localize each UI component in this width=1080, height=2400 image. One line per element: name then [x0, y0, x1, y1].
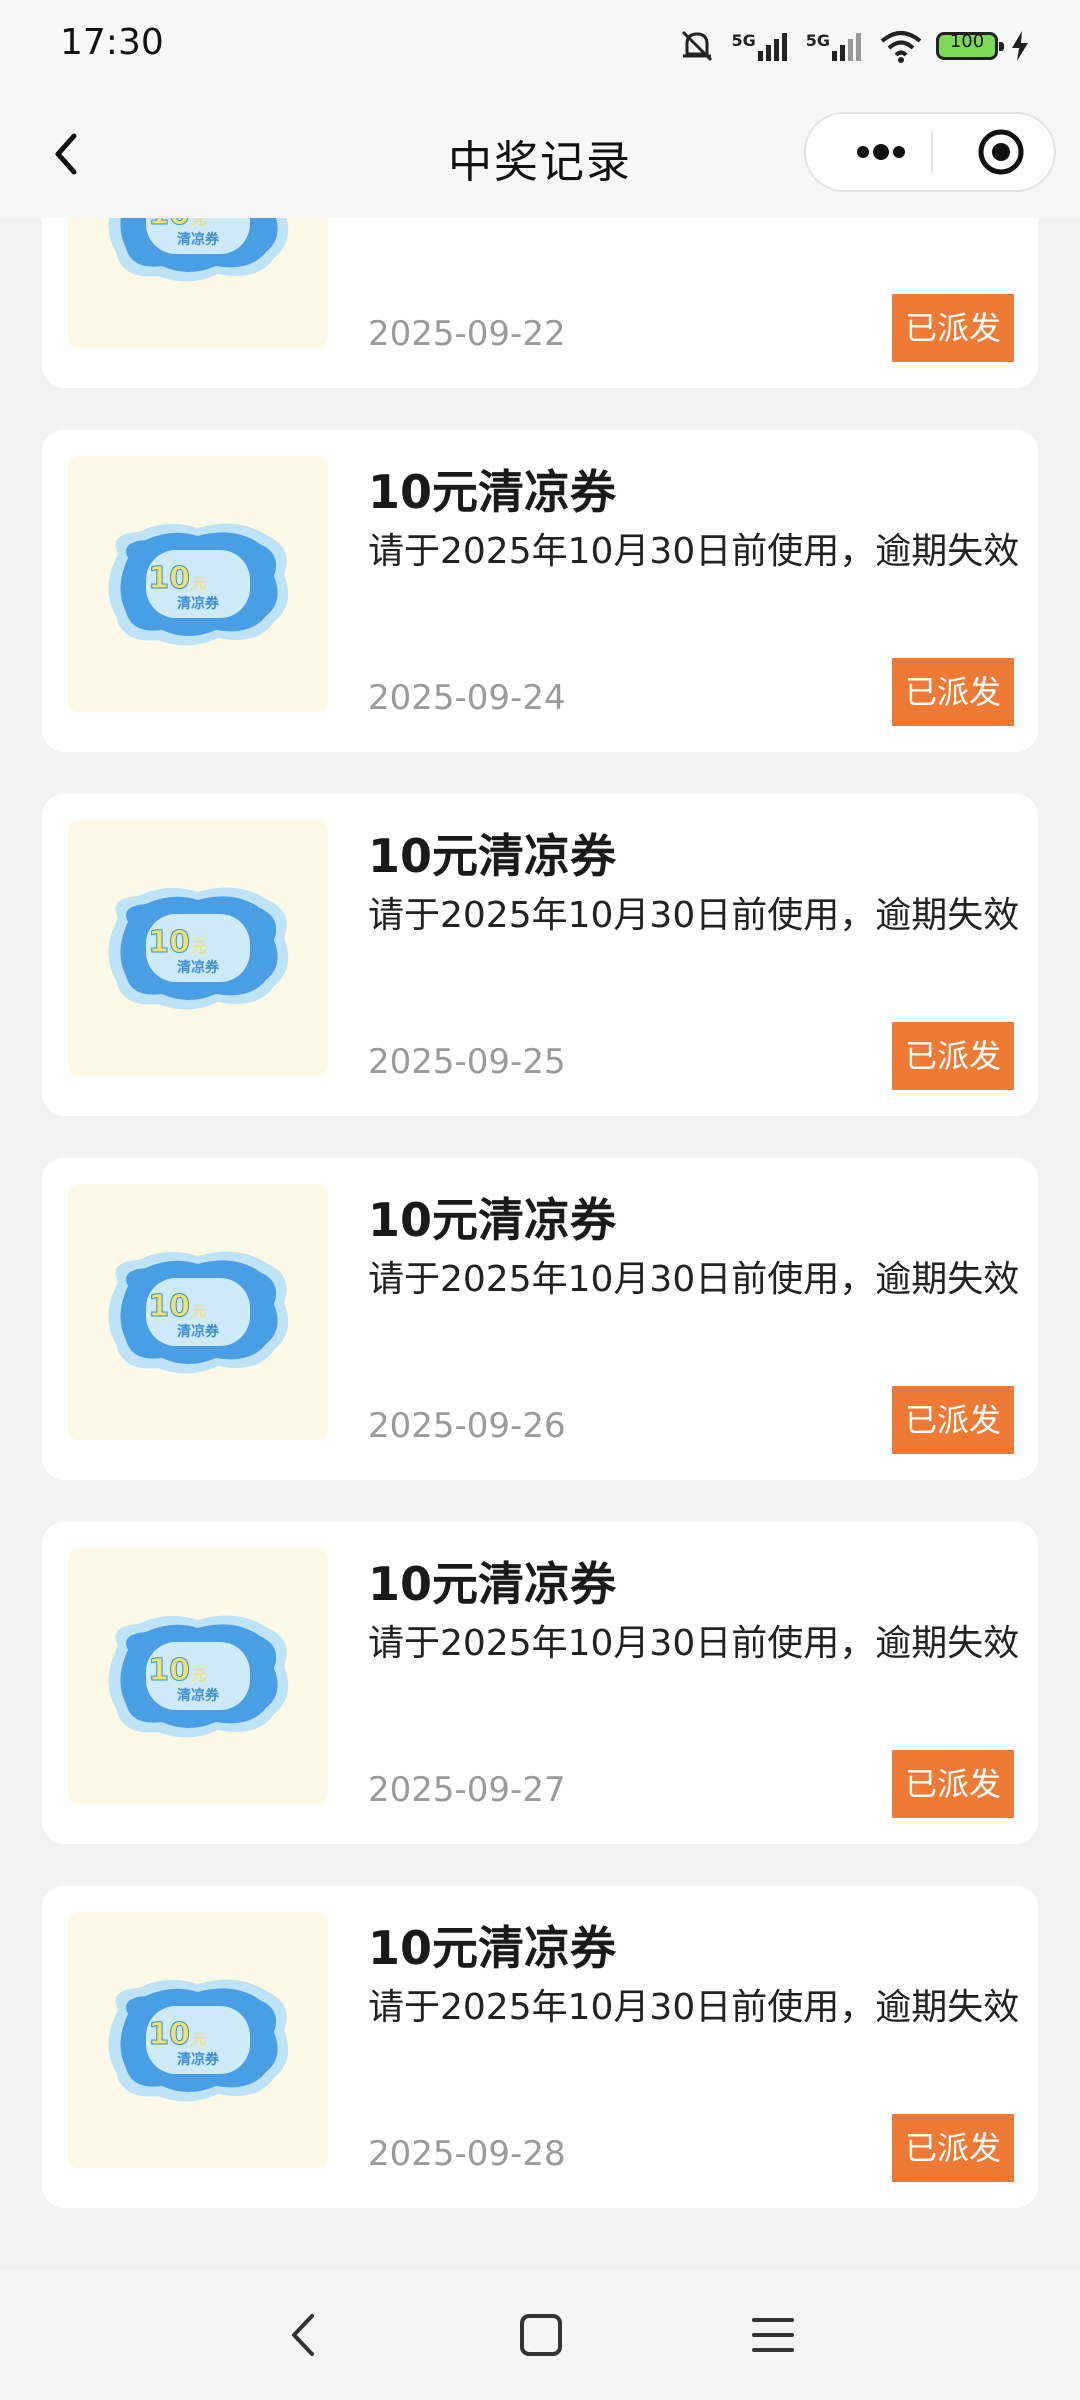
- prize-record-card[interactable]: 10 元 清凉券 10元清凉券 请于2025年10月30日前使用，逾期失效 20…: [42, 794, 1038, 1116]
- coupon-unit: 元: [192, 2032, 206, 2048]
- mute-icon: [682, 30, 713, 62]
- coupon-thumbnail: 10 元 清凉券: [68, 456, 328, 712]
- prize-record-list[interactable]: 10 元 清凉券 10元清凉券 请于2025年10月30日前使用，逾期失效 20…: [0, 218, 1080, 2270]
- record-title: 10元清凉券: [368, 1193, 617, 1247]
- network-label: 5G: [731, 31, 756, 50]
- coupon-image: 10 元 清凉券: [108, 887, 289, 1010]
- wifi-icon: [880, 31, 922, 63]
- network-5g-icon: 5G: [731, 31, 791, 61]
- status-badge: 已派发: [892, 2114, 1014, 2182]
- system-back-icon[interactable]: [280, 2310, 330, 2360]
- system-home-icon[interactable]: [516, 2310, 566, 2360]
- coupon-unit: 元: [192, 218, 206, 228]
- coupon-image: 10 元 清凉券: [108, 1251, 289, 1374]
- status-badge: 已派发: [892, 1022, 1014, 1090]
- coupon-amount: 10: [148, 2017, 190, 2052]
- prize-record-card[interactable]: 10 元 清凉券 10元清凉券 请于2025年10月30日前使用，逾期失效 20…: [42, 1158, 1038, 1480]
- battery-icon: 100: [936, 31, 1004, 60]
- record-title: 10元清凉券: [368, 829, 617, 883]
- status-time: 17:30: [60, 22, 164, 63]
- record-list-content: 10 元 清凉券 10元清凉券 请于2025年10月30日前使用，逾期失效 20…: [0, 218, 1080, 2250]
- coupon-label: 清凉券: [177, 2051, 220, 2068]
- status-bar: 17:30 5G 5G 100: [0, 0, 1080, 90]
- more-icon[interactable]: [836, 114, 926, 190]
- record-date: 2025-09-26: [368, 1406, 566, 1446]
- record-title: 10元清凉券: [368, 1921, 617, 1975]
- record-description: 请于2025年10月30日前使用，逾期失效: [368, 531, 1020, 572]
- status-badge: 已派发: [892, 658, 1014, 726]
- coupon-label: 清凉券: [177, 231, 220, 248]
- navigation-bar: 中奖记录: [0, 90, 1080, 218]
- battery-level: 100: [949, 31, 985, 52]
- coupon-label: 清凉券: [177, 1687, 220, 1704]
- record-date: 2025-09-25: [368, 1042, 566, 1082]
- record-description: 请于2025年10月30日前使用，逾期失效: [368, 1623, 1020, 1664]
- miniprogram-capsule: [804, 112, 1056, 192]
- coupon-amount: 10: [148, 1289, 190, 1324]
- system-navigation-bar: [0, 2270, 1080, 2400]
- coupon-amount: 10: [148, 1653, 190, 1688]
- record-date: 2025-09-22: [368, 314, 566, 354]
- coupon-amount: 10: [148, 925, 190, 960]
- prize-record-card[interactable]: 10 元 清凉券 10元清凉券 请于2025年10月30日前使用，逾期失效 20…: [42, 218, 1038, 388]
- coupon-unit: 元: [192, 1304, 206, 1320]
- coupon-image: 10 元 清凉券: [108, 218, 289, 282]
- coupon-unit: 元: [192, 1668, 206, 1684]
- record-date: 2025-09-27: [368, 1770, 566, 1810]
- coupon-image: 10 元 清凉券: [108, 523, 289, 646]
- prize-record-card[interactable]: 10 元 清凉券 10元清凉券 请于2025年10月30日前使用，逾期失效 20…: [42, 430, 1038, 752]
- coupon-thumbnail: 10 元 清凉券: [68, 1184, 328, 1440]
- coupon-thumbnail: 10 元 清凉券: [68, 1548, 328, 1804]
- coupon-label: 清凉券: [177, 959, 220, 976]
- record-title: 10元清凉券: [368, 1557, 617, 1611]
- record-description: 请于2025年10月30日前使用，逾期失效: [368, 1259, 1020, 1300]
- capsule-divider: [931, 130, 933, 174]
- close-miniprogram-icon[interactable]: [956, 114, 1046, 190]
- coupon-label: 清凉券: [177, 1323, 220, 1340]
- network-5g-icon-2: 5G: [806, 31, 866, 61]
- coupon-thumbnail: 10 元 清凉券: [68, 218, 328, 348]
- prize-record-card[interactable]: 10 元 清凉券 10元清凉券 请于2025年10月30日前使用，逾期失效 20…: [42, 1886, 1038, 2208]
- status-badge: 已派发: [892, 1386, 1014, 1454]
- status-badge: 已派发: [892, 1750, 1014, 1818]
- network-label-2: 5G: [805, 31, 830, 50]
- signal-icon: [757, 33, 787, 61]
- record-description: 请于2025年10月30日前使用，逾期失效: [368, 1987, 1020, 2028]
- record-date: 2025-09-28: [368, 2134, 566, 2174]
- status-badge: 已派发: [892, 294, 1014, 362]
- record-title: 10元清凉券: [368, 465, 617, 519]
- coupon-amount: 10: [148, 561, 190, 596]
- coupon-amount: 10: [148, 218, 190, 232]
- status-icons: 5G 5G 100: [677, 24, 1028, 68]
- charging-icon: [1012, 31, 1028, 61]
- system-menu-icon[interactable]: [748, 2310, 798, 2360]
- coupon-thumbnail: 10 元 清凉券: [68, 1912, 328, 2168]
- record-date: 2025-09-24: [368, 678, 566, 718]
- coupon-image: 10 元 清凉券: [108, 1615, 289, 1738]
- coupon-thumbnail: 10 元 清凉券: [68, 820, 328, 1076]
- signal-icon-2: [832, 33, 861, 61]
- coupon-unit: 元: [192, 940, 206, 956]
- coupon-image: 10 元 清凉券: [108, 1979, 289, 2102]
- record-description: 请于2025年10月30日前使用，逾期失效: [368, 895, 1020, 936]
- prize-record-card[interactable]: 10 元 清凉券 10元清凉券 请于2025年10月30日前使用，逾期失效 20…: [42, 1522, 1038, 1844]
- coupon-label: 清凉券: [177, 595, 220, 612]
- coupon-unit: 元: [192, 576, 206, 592]
